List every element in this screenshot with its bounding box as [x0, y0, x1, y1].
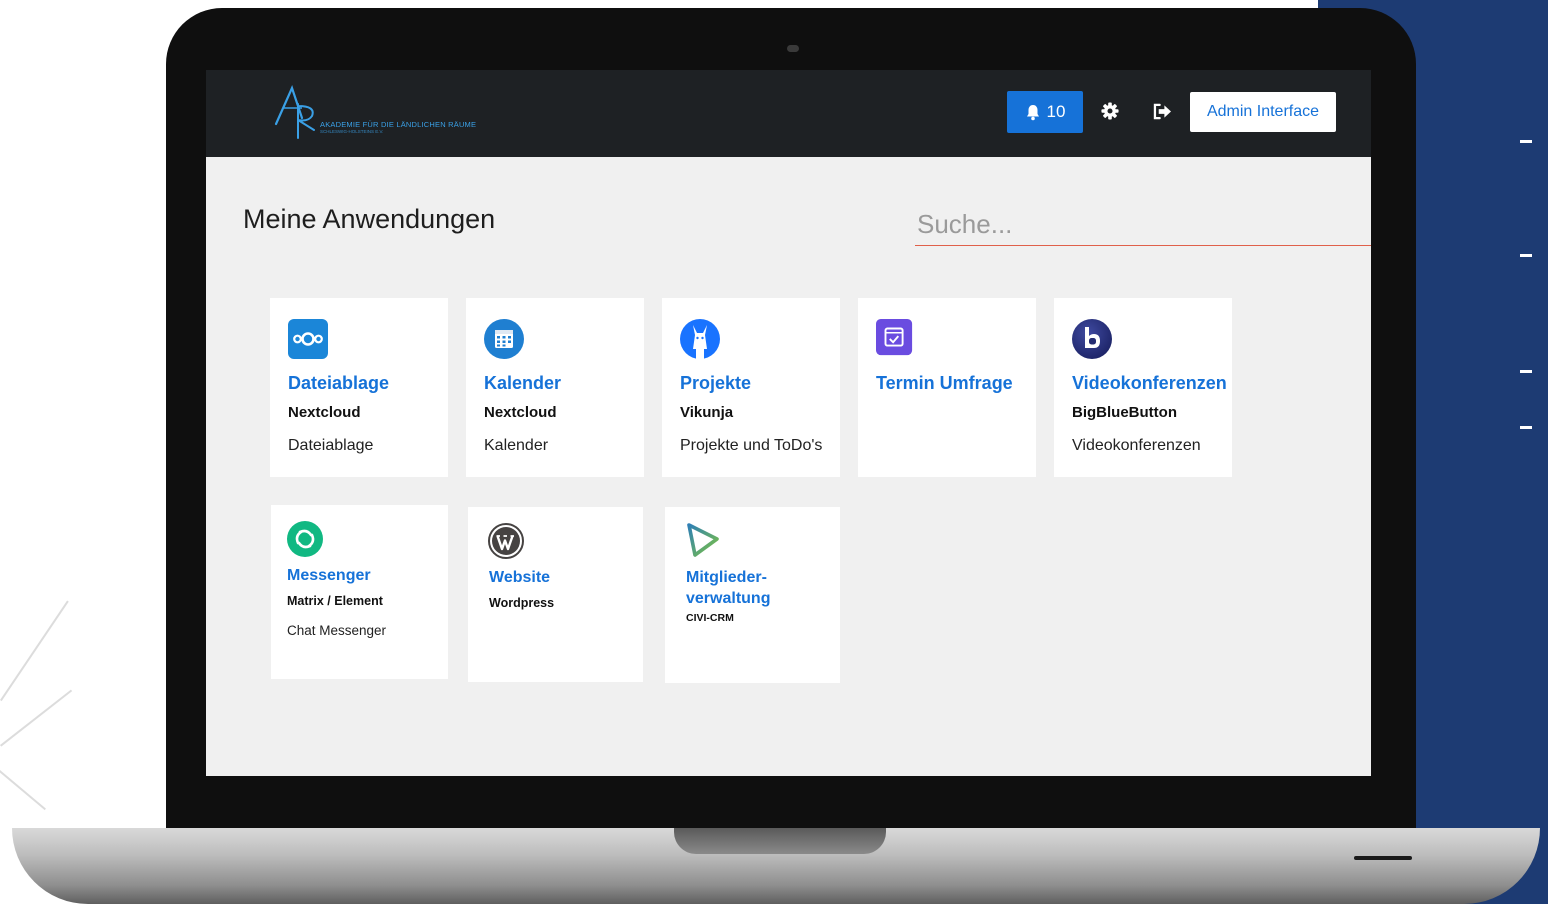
- app-title-line: Mitglieder-: [686, 569, 767, 586]
- camera-icon: [787, 45, 799, 52]
- app-description: Projekte und ToDo's: [680, 437, 823, 454]
- decorative-dash: [1520, 254, 1532, 257]
- admin-interface-button[interactable]: Admin Interface: [1190, 92, 1336, 132]
- app-description: Chat Messenger: [287, 623, 387, 638]
- app-subtitle: BigBlueButton: [1072, 404, 1177, 421]
- logo-subtext: SCHLESWIG-HOLSTEINS E.V.: [320, 129, 384, 134]
- bell-icon: [1026, 104, 1039, 120]
- civicrm-icon: [687, 523, 719, 557]
- search-input[interactable]: [915, 204, 1371, 246]
- calendar-icon: [484, 319, 524, 359]
- notifications-button[interactable]: 10: [1007, 91, 1083, 133]
- gear-icon: [1101, 102, 1119, 120]
- logo-icon: [274, 84, 315, 139]
- app-title: Kalender: [484, 373, 562, 393]
- app-subtitle: Matrix / Element: [287, 594, 383, 608]
- app-card-website[interactable]: Website Wordpress: [468, 507, 643, 682]
- laptop-notch: [674, 828, 886, 854]
- app-card-mitgliederverwaltung[interactable]: Mitglieder- verwaltung CIVI-CRM: [665, 507, 840, 683]
- app-card-projekte[interactable]: Projekte Vikunja Projekte und ToDo's: [662, 298, 840, 477]
- decorative-line: [0, 689, 73, 747]
- element-icon: [287, 521, 323, 557]
- app-title-line: verwaltung: [686, 590, 771, 607]
- app-subtitle: Nextcloud: [288, 404, 361, 421]
- top-navigation-bar: AKADEMIE FÜR DIE LÄNDLICHEN RÄUME SCHLES…: [206, 70, 1371, 157]
- poll-icon: [876, 319, 913, 356]
- notification-count: 10: [1046, 102, 1066, 121]
- logo-text: AKADEMIE FÜR DIE LÄNDLICHEN RÄUME: [320, 120, 477, 129]
- decorative-dash: [1520, 426, 1532, 429]
- app-description: Videokonferenzen: [1072, 437, 1201, 454]
- decorative-dash: [1520, 140, 1532, 143]
- decorative-line: [0, 600, 69, 702]
- app-title: Mitglieder- verwaltung: [686, 567, 770, 609]
- app-card-videokonferenzen[interactable]: Videokonferenzen BigBlueButton Videokonf…: [1054, 298, 1232, 477]
- app-screen: AKADEMIE FÜR DIE LÄNDLICHEN RÄUME SCHLES…: [206, 70, 1371, 776]
- page-title: Meine Anwendungen: [243, 204, 496, 234]
- app-title: Messenger: [287, 567, 371, 584]
- laptop-slot: [1354, 856, 1412, 860]
- app-card-dateiablage[interactable]: Dateiablage Nextcloud Dateiablage: [270, 298, 448, 477]
- app-subtitle: Vikunja: [680, 404, 734, 421]
- app-title: Projekte: [680, 373, 752, 393]
- vikunja-icon: [680, 319, 720, 359]
- app-card-messenger[interactable]: Messenger Matrix / Element Chat Messenge…: [271, 505, 448, 679]
- app-subtitle: CIVI-CRM: [686, 612, 734, 624]
- settings-button[interactable]: [1099, 100, 1121, 122]
- app-title: Dateiablage: [288, 373, 390, 393]
- decorative-dash: [1520, 370, 1532, 373]
- bigbluebutton-icon: [1072, 319, 1112, 359]
- nextcloud-icon: [288, 319, 328, 359]
- logout-icon: [1153, 103, 1171, 119]
- app-description: Dateiablage: [288, 437, 374, 454]
- app-subtitle: Wordpress: [489, 596, 555, 610]
- logout-button[interactable]: [1151, 100, 1173, 122]
- app-card-kalender[interactable]: Kalender Nextcloud Kalender: [466, 298, 644, 477]
- app-subtitle: Nextcloud: [484, 404, 557, 421]
- decorative-line: [0, 770, 46, 811]
- wordpress-icon: [488, 523, 524, 559]
- app-card-termin-umfrage[interactable]: Termin Umfrage: [858, 298, 1036, 477]
- app-title: Termin Umfrage: [876, 373, 1013, 393]
- app-title: Videokonferenzen: [1072, 373, 1227, 393]
- app-title: Website: [489, 569, 551, 586]
- app-description: Kalender: [484, 437, 549, 454]
